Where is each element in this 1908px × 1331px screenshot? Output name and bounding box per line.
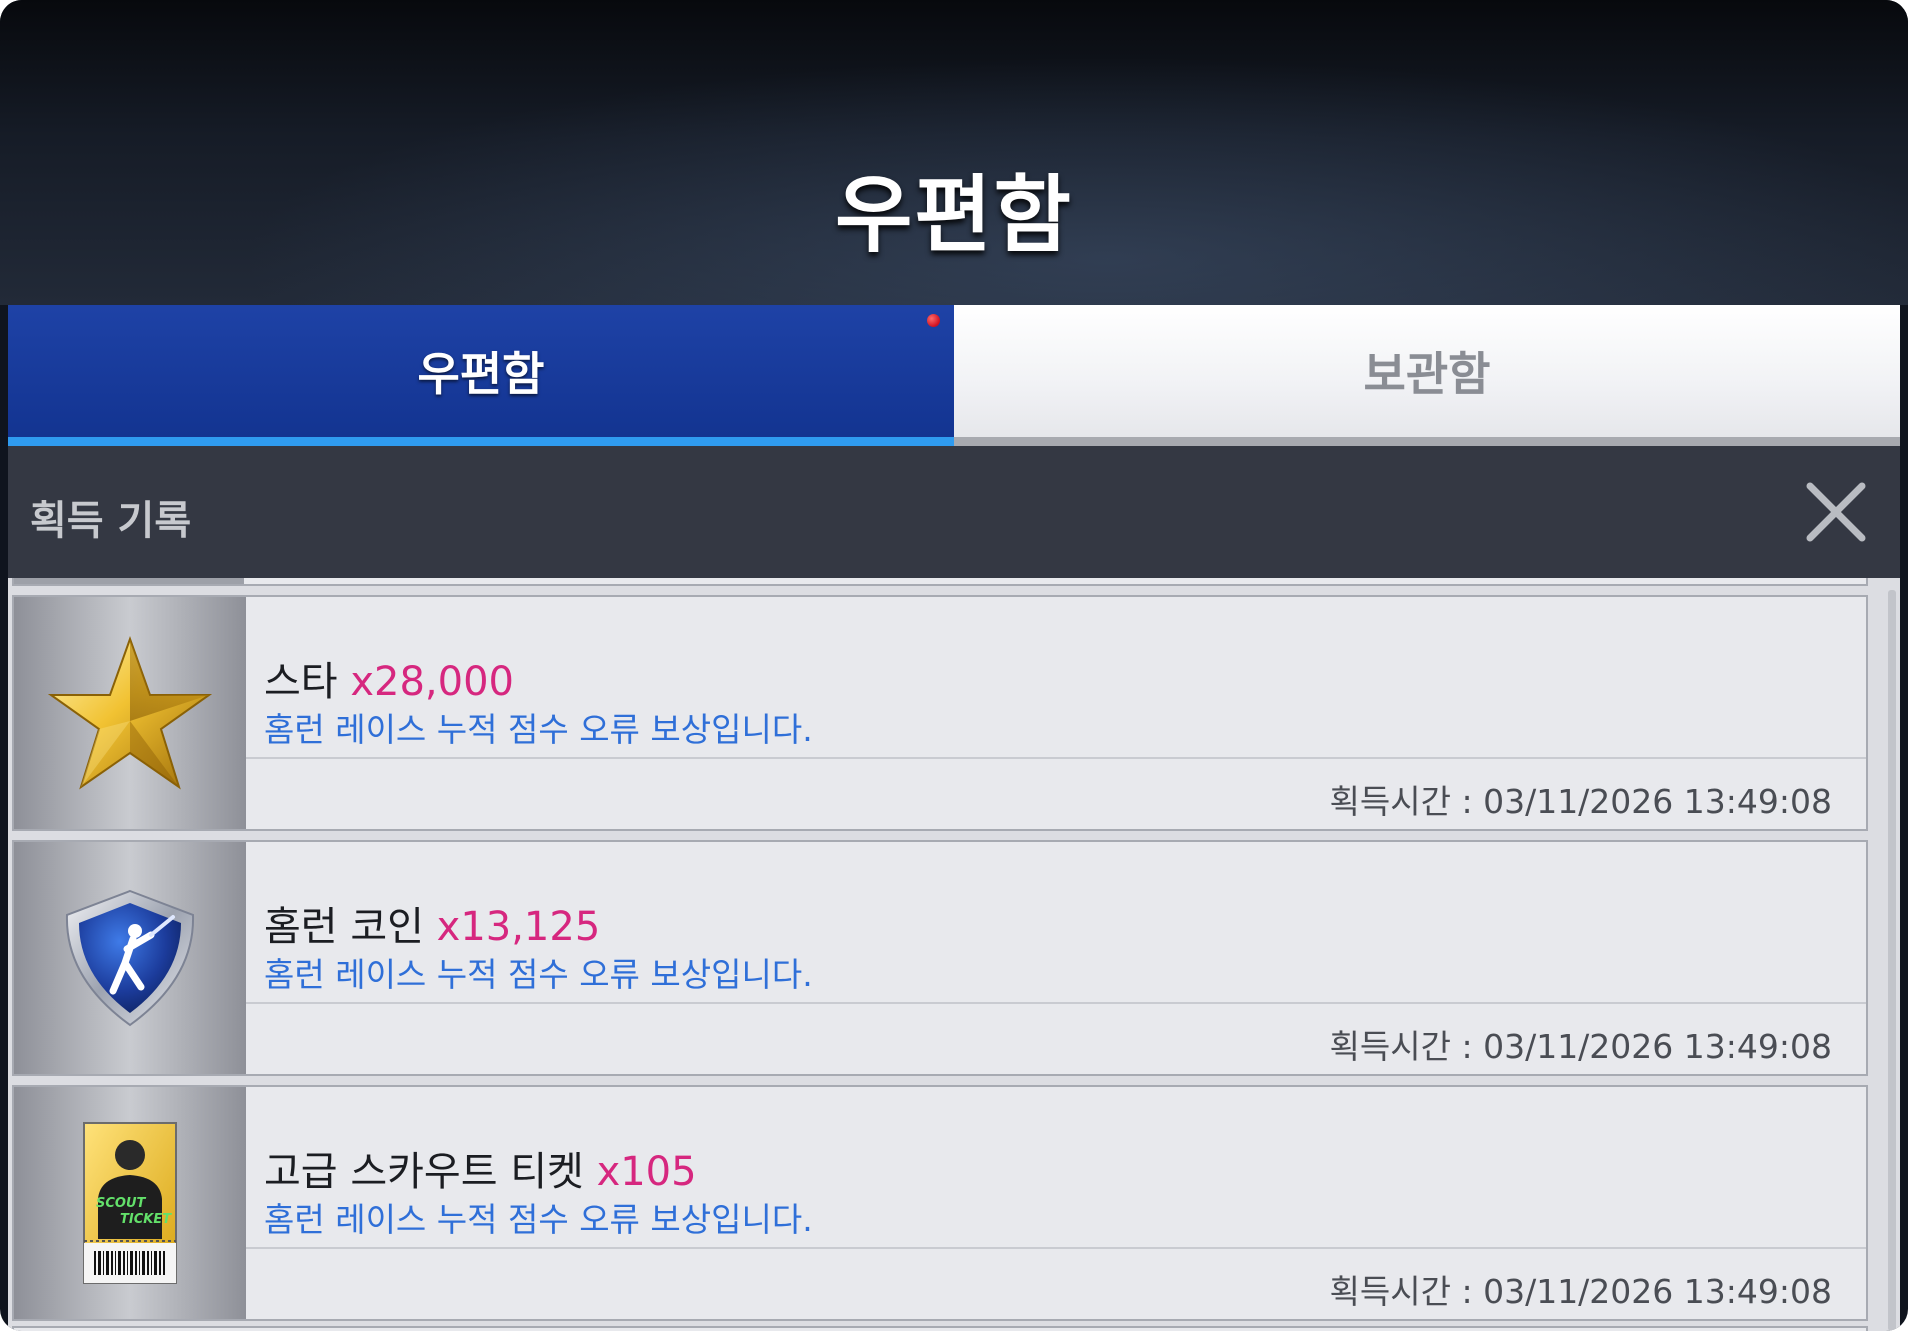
acquisition-history-header: 획득 기록 <box>8 446 1900 578</box>
item-thumbnail <box>14 842 246 1074</box>
item-quantity: x105 <box>596 1149 697 1195</box>
gold-star-icon <box>47 636 213 790</box>
close-icon <box>1806 482 1866 542</box>
tab-mailbox[interactable]: 우편함 <box>8 305 954 446</box>
item-acquired-time: 획득시간 : 03/11/2026 13:49:08 <box>1329 1272 1832 1311</box>
close-button[interactable] <box>1802 478 1870 546</box>
tab-mailbox-label: 우편함 <box>417 347 545 401</box>
tab-storage[interactable]: 보관함 <box>954 305 1900 446</box>
acquisition-history-title: 획득 기록 <box>30 498 192 544</box>
item-quantity: x13,125 <box>436 904 601 950</box>
list-item-partial <box>12 1326 1868 1331</box>
scrollbar[interactable] <box>1888 590 1896 1331</box>
mail-item[interactable]: SCOUT TICKET 고급 스카우트 티켓 x105 홈런 레이스 누적 점… <box>12 1085 1868 1321</box>
divider <box>246 1247 1866 1249</box>
ticket-ticket-text: TICKET <box>120 1212 172 1227</box>
item-description: 홈런 레이스 누적 점수 오류 보상입니다. <box>264 955 813 994</box>
notification-dot <box>927 314 940 327</box>
mail-item[interactable]: 스타 x28,000 홈런 레이스 누적 점수 오류 보상입니다. 획득시간 :… <box>12 595 1868 831</box>
item-title: 고급 스카우트 티켓 x105 <box>264 1139 697 1197</box>
page-title: 우편함 <box>835 166 1073 264</box>
item-description: 홈런 레이스 누적 점수 오류 보상입니다. <box>264 1200 813 1239</box>
mailbox-screen: 우편함 우편함 보관함 획득 기록 스타 x28,000 홈런 레이스 누적 점… <box>0 0 1908 1331</box>
divider <box>246 1002 1866 1004</box>
mail-list[interactable]: 스타 x28,000 홈런 레이스 누적 점수 오류 보상입니다. 획득시간 :… <box>8 578 1900 1331</box>
item-acquired-time: 획득시간 : 03/11/2026 13:49:08 <box>1329 782 1832 821</box>
item-description: 홈런 레이스 누적 점수 오류 보상입니다. <box>264 710 813 749</box>
item-title: 스타 x28,000 <box>264 649 514 707</box>
mail-item[interactable]: 홈런 코인 x13,125 홈런 레이스 누적 점수 오류 보상입니다. 획득시… <box>12 840 1868 1076</box>
item-thumbnail: SCOUT TICKET <box>14 1087 246 1319</box>
item-quantity: x28,000 <box>350 659 514 705</box>
item-title: 홈런 코인 x13,125 <box>264 894 600 952</box>
item-name: 스타 <box>264 659 338 705</box>
item-acquired-time: 획득시간 : 03/11/2026 13:49:08 <box>1329 1027 1832 1066</box>
item-name: 고급 스카우트 티켓 <box>264 1149 584 1195</box>
homerun-coin-shield-icon <box>65 889 195 1027</box>
list-item-partial <box>12 578 1868 586</box>
tab-storage-label: 보관함 <box>1363 347 1491 401</box>
scout-ticket-icon: SCOUT TICKET <box>83 1122 177 1284</box>
item-name: 홈런 코인 <box>264 904 424 950</box>
divider <box>246 757 1866 759</box>
item-thumbnail <box>14 597 246 829</box>
ticket-scout-text: SCOUT <box>96 1196 147 1211</box>
